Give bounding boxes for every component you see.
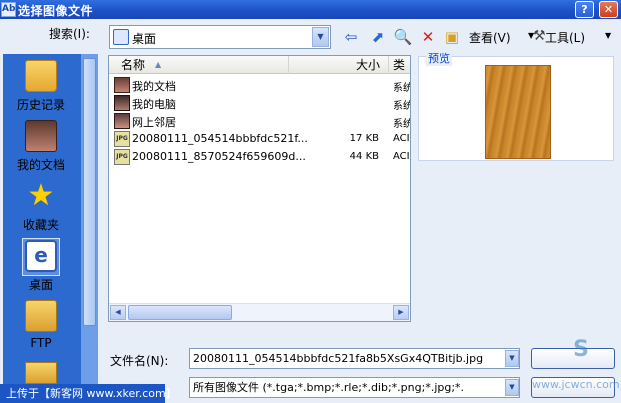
column-type[interactable]: 类 [389,56,410,74]
file-name: 20080111_054514bbbfdc521f... [132,132,308,145]
filename-label: 文件名(N): [110,354,169,368]
preview-image [485,65,551,159]
new-folder-icon[interactable]: ▣ [442,27,462,47]
desktop-icon [113,29,129,45]
place-label: FTP [30,336,52,350]
search-icon[interactable]: 🔍 [393,27,413,47]
place-label: 收藏夹 [22,218,59,232]
file-name: 我的电脑 [132,98,176,111]
window-title: 选择图像文件 [18,4,94,18]
tools-menu-button[interactable]: 工具(L) [545,29,585,46]
folder-icon [25,362,57,384]
view-menu-button[interactable]: 查看(V) [469,29,511,46]
network-icon [114,113,130,129]
column-header: 名称 ▲ 大小 类 [109,56,410,74]
help-button[interactable]: ? [575,1,594,18]
place-label: 历史记录 [16,98,65,112]
history-folder-icon [25,60,57,92]
jpg-file-icon: JPG [114,149,130,165]
watermark-site: www.jcwcn.com [532,378,620,391]
file-row[interactable]: 我的电脑 系统 [109,94,410,112]
lookin-value: 桌面 [132,32,157,46]
lookin-dropdown[interactable]: 桌面 ▼ [109,25,331,49]
file-size: 17 KB [349,133,379,144]
chevron-down-icon[interactable]: ▼ [605,31,611,40]
file-row[interactable]: JPG 20080111_054514bbbfdc521f... 17 KB A… [109,130,410,148]
app-icon: Ab [1,2,16,17]
file-row[interactable]: 我的文档 系统 [109,76,410,94]
filename-input[interactable]: 20080111_054514bbbfdc521fa8b5XsGx4QTBitj… [189,348,520,369]
my-documents-icon [25,120,57,152]
file-name: 网上邻居 [132,116,176,129]
ftp-folder-icon [25,300,57,332]
my-computer-icon [114,95,130,111]
file-type: 系统 [393,101,411,112]
place-label: 桌面 [28,278,53,292]
file-name: 我的文档 [132,80,176,93]
places-scrollbar-thumb[interactable] [83,58,96,326]
horizontal-scrollbar[interactable]: ◀ ▶ [109,303,410,321]
scroll-left-icon[interactable]: ◀ [110,305,126,320]
horizontal-scrollbar-thumb[interactable] [128,305,232,320]
filetype-select[interactable]: 所有图像文件 (*.tga;*.bmp;*.rle;*.dib;*.png;*.… [189,377,520,398]
sort-ascending-icon: ▲ [155,60,162,69]
up-folder-icon[interactable]: ⬈ [368,27,388,47]
place-my-documents[interactable]: 我的文档 [3,120,79,173]
place-label: 我的文档 [16,158,65,172]
file-name: 20080111_8570524f659609d... [132,150,306,163]
watermark-bar: 上传于【新客网 www.xker.com】 [0,384,177,403]
delete-icon[interactable]: ✕ [418,27,438,47]
column-size[interactable]: 大小 [289,56,389,74]
desktop-icon: e [25,240,57,272]
place-desktop[interactable]: e 桌面 [3,238,79,293]
chevron-down-icon[interactable]: ▼ [505,350,519,367]
tools-icon[interactable]: ⚒ [533,28,546,44]
file-type: ACI [393,151,410,162]
lookin-label: 搜索(I): [49,27,90,41]
file-type: 系统 [393,83,411,94]
chevron-down-icon[interactable]: ▼ [312,27,329,47]
file-list[interactable]: 名称 ▲ 大小 类 我的文档 系统 我的电脑 系统 网上邻居 系统 JPG 20… [108,55,411,322]
file-row[interactable]: 网上邻居 系统 [109,112,410,130]
file-type: 系统 [393,119,411,130]
file-row[interactable]: JPG 20080111_8570524f659609d... 44 KB AC… [109,148,410,166]
file-type: ACI [393,133,410,144]
places-bar: 历史记录 我的文档 ★ 收藏夹 e 桌面 FTP [3,54,98,384]
title-bar: Ab 选择图像文件 ? ✕ [0,0,621,19]
place-favorites[interactable]: ★ 收藏夹 [3,180,79,233]
jpg-file-icon: JPG [114,131,130,147]
place-ftp[interactable]: FTP [3,300,79,350]
chevron-down-icon[interactable]: ▼ [505,379,519,396]
preview-label: 预览 [426,50,452,66]
close-button[interactable]: ✕ [599,1,618,18]
column-name-label: 名称 [121,58,146,72]
scroll-right-icon[interactable]: ▶ [393,305,409,320]
favorites-star-icon: ★ [27,178,55,213]
my-documents-icon [114,77,130,93]
preview-panel: 预览 [418,50,614,161]
column-name[interactable]: 名称 ▲ [109,56,289,74]
file-size: 44 KB [349,151,379,162]
place-history[interactable]: 历史记录 [3,60,79,113]
watermark-logo-icon: S [573,337,589,362]
back-arrow-icon[interactable]: ⇦ [341,27,361,47]
